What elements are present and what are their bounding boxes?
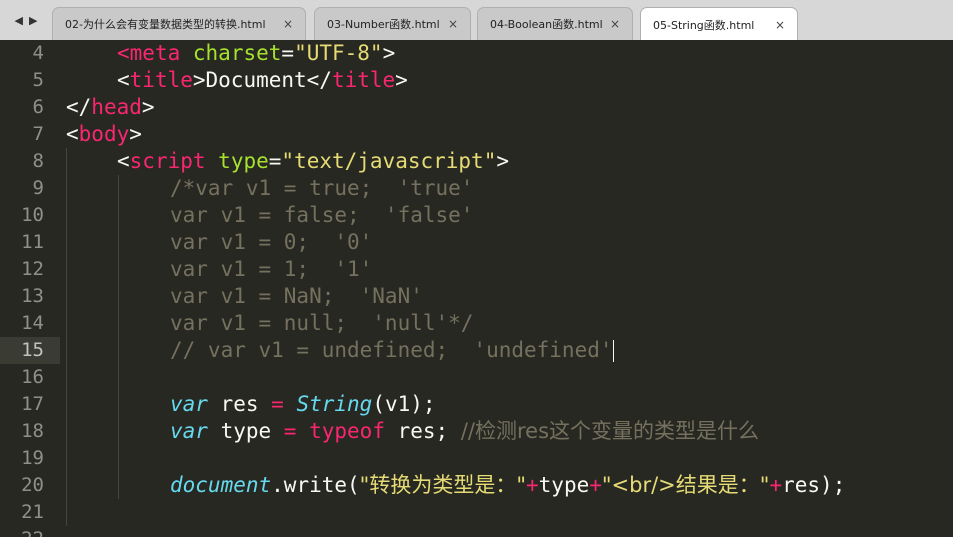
close-icon[interactable]: × <box>446 17 460 31</box>
code-text: <meta charset="UTF-8"> <box>117 41 396 65</box>
code-line: 6 </head> <box>0 94 953 121</box>
code-text: <body> <box>66 122 142 146</box>
code-text: var v1 = 0; '0' <box>170 230 373 254</box>
code-text: var v1 = null; 'null'*/ <box>170 311 474 335</box>
code-text: <title>Document</title> <box>117 68 408 92</box>
tab-scroll-left-icon[interactable]: ◀ <box>15 14 23 27</box>
tab-scroll-right-icon[interactable]: ▶ <box>29 14 37 27</box>
code-text: var type = typeof res; //检测res这个变量的类型是什么 <box>170 419 760 443</box>
line-number: 22 <box>0 526 44 537</box>
line-number: 19 <box>21 447 44 469</box>
code-text: /*var v1 = true; 'true' <box>170 176 474 200</box>
tab-label: 02-为什么会有变量数据类型的转换.html <box>65 18 266 31</box>
line-number: 14 <box>21 312 44 334</box>
code-line: 14 var v1 = null; 'null'*/ <box>0 310 953 337</box>
line-number: 13 <box>21 285 44 307</box>
code-line: 5 <title>Document</title> <box>0 67 953 94</box>
tab-nav: ◀ ▶ <box>0 0 52 40</box>
tab-bar: ◀ ▶ 02-为什么会有变量数据类型的转换.html × 03-Number函数… <box>0 0 953 41</box>
line-number: 11 <box>21 231 44 253</box>
line-number: 17 <box>21 393 44 415</box>
code-line: 22 <box>0 526 953 537</box>
line-number: 18 <box>21 420 44 442</box>
code-line: 11 var v1 = 0; '0' <box>0 229 953 256</box>
tab-05-active[interactable]: 05-String函数.html × <box>640 7 798 41</box>
tab-label: 03-Number函数.html <box>327 18 440 31</box>
line-number: 9 <box>32 177 44 199</box>
code-line: 20 document.write("转换为类型是："+type+"<br/>结… <box>0 472 953 499</box>
code-editor[interactable]: 4 <meta charset="UTF-8"> 5 <title>Docume… <box>0 40 953 537</box>
line-number: 15 <box>21 339 44 361</box>
line-number: 20 <box>21 474 44 496</box>
code-line: 17 var res = String(v1); <box>0 391 953 418</box>
line-number: 16 <box>21 366 44 388</box>
line-number: 4 <box>32 42 44 64</box>
code-text: var v1 = NaN; 'NaN' <box>170 284 423 308</box>
code-text: var v1 = false; 'false' <box>170 203 474 227</box>
code-line: 13 var v1 = NaN; 'NaN' <box>0 283 953 310</box>
code-text: var res = String(v1); <box>170 392 436 416</box>
code-line: 10 var v1 = false; 'false' <box>0 202 953 229</box>
code-text: // var v1 = undefined; 'undefined' <box>170 338 614 362</box>
line-number: 8 <box>32 150 44 172</box>
code-text: var v1 = 1; '1' <box>170 257 373 281</box>
code-line: 4 <meta charset="UTF-8"> <box>0 40 953 67</box>
code-line: 19 <box>0 445 953 472</box>
code-text: </head> <box>66 95 155 119</box>
line-number: 10 <box>21 204 44 226</box>
close-icon[interactable]: × <box>773 18 787 32</box>
code-line: 16 <box>0 364 953 391</box>
line-number: 6 <box>32 96 44 118</box>
tab-label: 05-String函数.html <box>653 18 755 32</box>
code-line: 18 var type = typeof res; //检测res这个变量的类型… <box>0 418 953 445</box>
tab-03[interactable]: 03-Number函数.html × <box>314 7 471 40</box>
tab-label: 04-Boolean函数.html <box>490 18 603 31</box>
close-icon[interactable]: × <box>608 17 622 31</box>
code-line: 9 /*var v1 = true; 'true' <box>0 175 953 202</box>
code-line: 12 var v1 = 1; '1' <box>0 256 953 283</box>
code-text: document.write("转换为类型是："+type+"<br/>结果是：… <box>170 473 846 497</box>
code-text: <script type="text/javascript"> <box>117 149 509 173</box>
line-number: 12 <box>21 258 44 280</box>
line-number: 5 <box>32 69 44 91</box>
tab-04[interactable]: 04-Boolean函数.html × <box>477 7 633 40</box>
code-line: 21 <box>0 499 953 526</box>
line-number: 7 <box>32 123 44 145</box>
code-line-current: 15 // var v1 = undefined; 'undefined' <box>0 337 953 364</box>
tab-02[interactable]: 02-为什么会有变量数据类型的转换.html × <box>52 7 306 40</box>
text-caret <box>612 340 614 362</box>
close-icon[interactable]: × <box>281 17 295 31</box>
line-number: 21 <box>21 501 44 523</box>
code-line: 8 <script type="text/javascript"> <box>0 148 953 175</box>
code-line: 7 <body> <box>0 121 953 148</box>
